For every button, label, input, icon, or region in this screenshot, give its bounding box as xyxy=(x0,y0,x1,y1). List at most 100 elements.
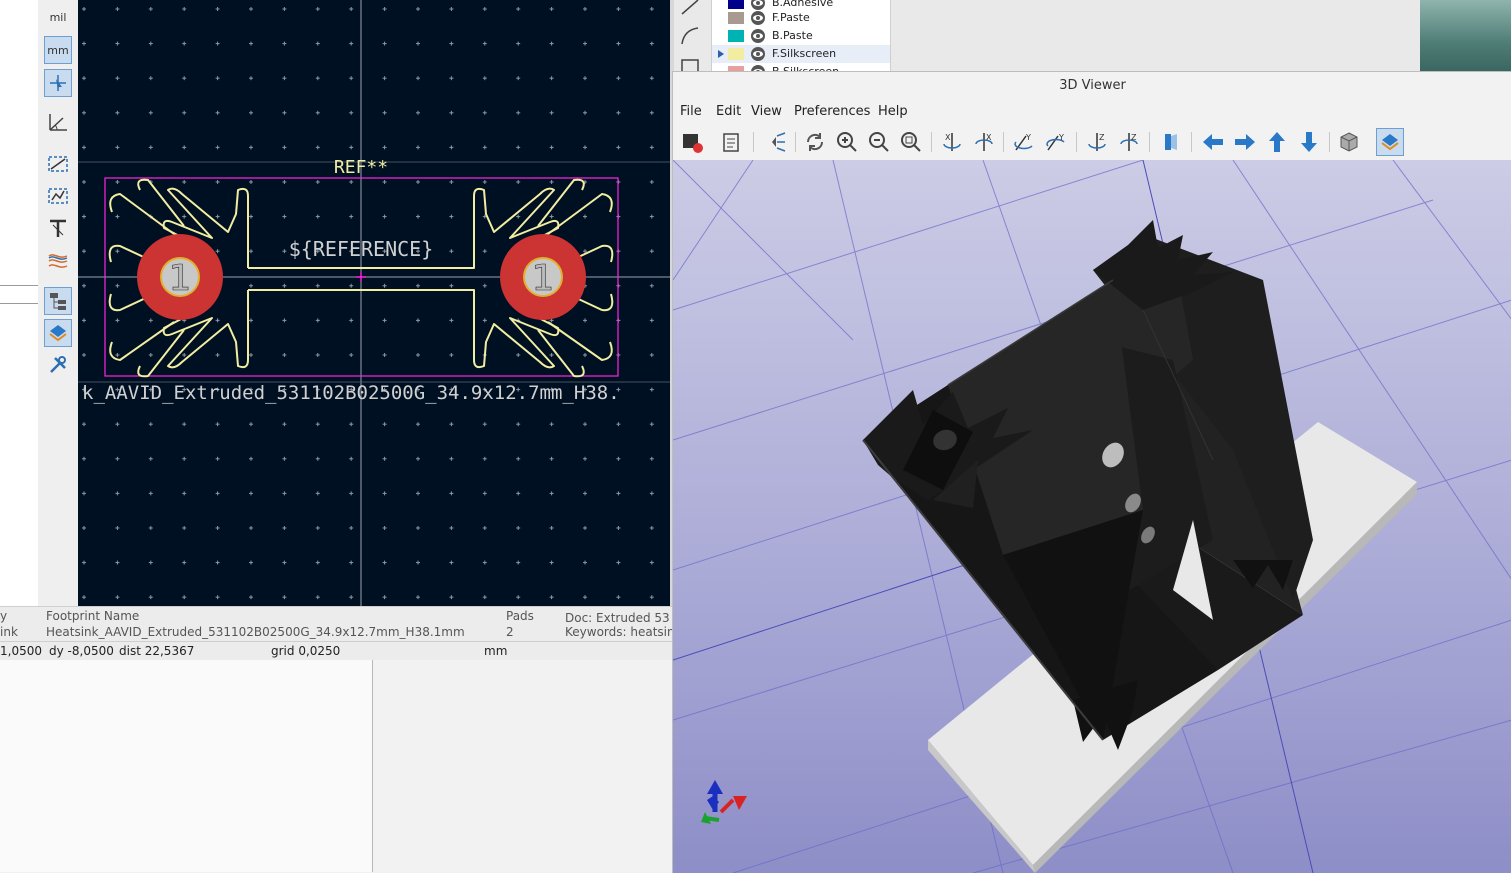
move-right-button[interactable] xyxy=(1231,128,1259,156)
wrench-screwdriver-icon xyxy=(50,356,66,373)
arrow-down-icon xyxy=(1301,132,1317,152)
rotate-z-cw-button[interactable]: Z xyxy=(1083,128,1111,156)
rotate-y-counterclockwise-icon: Y xyxy=(1046,133,1065,151)
svg-text:Y: Y xyxy=(1058,133,1064,142)
contrast-mode-button[interactable] xyxy=(44,246,72,274)
zoom-fit-button[interactable] xyxy=(897,128,925,156)
tools-button[interactable] xyxy=(44,351,72,379)
graphic-sketch-icon xyxy=(48,188,68,204)
rotate-x-cw-button[interactable]: X xyxy=(938,128,966,156)
rotate-y-cw-button[interactable]: Y xyxy=(1010,128,1038,156)
keywords-text: Keywords: heatsin xyxy=(565,625,675,639)
rotate-x-ccw-button[interactable]: X xyxy=(970,128,998,156)
units-mil-button[interactable]: mil xyxy=(44,3,72,31)
via-display-button[interactable] xyxy=(44,182,72,210)
drawing-tools-icons xyxy=(681,0,699,72)
value-text[interactable]: ${REFERENCE} xyxy=(289,237,434,261)
arrow-left-icon xyxy=(1203,134,1223,150)
units-readout: mm xyxy=(484,644,508,658)
desktop-background xyxy=(1420,0,1511,72)
rotate-y-ccw-button[interactable]: Y xyxy=(1042,128,1070,156)
layer-name: B.Paste xyxy=(772,29,813,42)
hierarchy-icon xyxy=(50,293,66,310)
pads-label: Pads xyxy=(506,609,534,623)
appearance-manager-button[interactable] xyxy=(1376,128,1404,156)
menu-help[interactable]: Help xyxy=(878,104,908,119)
polar-coordinates-icon xyxy=(49,114,67,131)
pad-display-button[interactable] xyxy=(44,150,72,178)
units-mil-label: mil xyxy=(49,10,67,24)
export-image-icon xyxy=(683,134,703,153)
layers-list[interactable]: B.Adhesive F.Paste B.Paste F.Silkscreen … xyxy=(711,0,891,79)
reload-button[interactable] xyxy=(801,128,829,156)
orthographic-view-button[interactable] xyxy=(1335,128,1363,156)
panel-divider xyxy=(0,303,38,304)
move-left-button[interactable] xyxy=(1199,128,1227,156)
reference-text[interactable]: REF** xyxy=(334,157,388,178)
zoom-out-button[interactable] xyxy=(865,128,893,156)
footprint-name-label: Footprint Name xyxy=(46,609,140,623)
viewer-title: 3D Viewer xyxy=(1059,78,1126,93)
layers-stack-icon xyxy=(1381,134,1399,151)
dy-readout: dy -8,0500 xyxy=(49,644,114,658)
polar-coords-button[interactable] xyxy=(44,108,72,136)
move-down-button[interactable] xyxy=(1295,128,1323,156)
zoom-fit-icon xyxy=(901,132,921,152)
arrow-up-icon xyxy=(1269,132,1285,152)
layers-manager-button[interactable] xyxy=(44,287,72,315)
pads-value: 2 xyxy=(506,625,514,639)
cursor-style-button[interactable] xyxy=(44,69,72,97)
flip-board-button[interactable] xyxy=(1157,128,1185,156)
rotate-z-ccw-button[interactable]: Z xyxy=(1115,128,1143,156)
selected-layer-arrow-icon xyxy=(718,50,724,58)
zoom-in-button[interactable] xyxy=(833,128,861,156)
layer-color-swatch[interactable] xyxy=(728,30,744,42)
zoom-out-icon xyxy=(869,132,889,152)
footprint-editor-canvas[interactable]: 1 1 REF** ${REFERENCE} k_AAVID_Extruded_… xyxy=(78,0,670,606)
doc-text: Doc: Extruded 53 xyxy=(565,611,670,625)
move-up-button[interactable] xyxy=(1263,128,1291,156)
rotate-z-clockwise-icon: Z xyxy=(1088,133,1106,151)
rotate-x-counterclockwise-icon: X xyxy=(975,133,993,151)
copy-clipboard-button[interactable] xyxy=(718,128,746,156)
svg-text:Z: Z xyxy=(1099,133,1105,142)
layer-row[interactable]: F.Paste xyxy=(712,9,890,27)
background-window xyxy=(0,660,672,872)
footprint-name-text[interactable]: k_AAVID_Extruded_531102B02500G_34.9x12.7… xyxy=(82,382,620,404)
pad-left-number: 1 xyxy=(169,258,192,299)
layer-row[interactable]: B.Paste xyxy=(712,27,890,45)
text-sketch-button[interactable] xyxy=(44,214,72,242)
grid-readout: grid 0,0250 xyxy=(271,644,341,658)
eye-icon[interactable] xyxy=(750,10,766,26)
high-contrast-icon xyxy=(48,254,68,268)
layer-color-swatch[interactable] xyxy=(728,0,744,9)
layer-row-selected[interactable]: F.Silkscreen xyxy=(712,45,890,63)
viewer-toolbar: X X Y Y Z Z xyxy=(673,124,1511,160)
dist-readout: dist 22,5367 xyxy=(119,644,195,658)
units-mm-button[interactable]: mm xyxy=(44,36,72,64)
3d-viewer-window[interactable]: 3D Viewer File Edit View Preferences Hel… xyxy=(672,71,1511,873)
eye-icon[interactable] xyxy=(750,28,766,44)
text-sketch-icon xyxy=(50,219,66,237)
library-label-cut: y xyxy=(0,609,8,623)
menu-view[interactable]: View xyxy=(751,104,782,119)
layer-color-swatch[interactable] xyxy=(728,48,744,60)
cube-icon xyxy=(1340,132,1358,152)
footprint-name-value: Heatsink_AAVID_Extruded_531102B02500G_34… xyxy=(46,625,465,639)
layer-color-swatch[interactable] xyxy=(728,12,744,24)
menu-preferences[interactable]: Preferences xyxy=(794,104,870,119)
export-image-button[interactable] xyxy=(678,128,706,156)
layers-stack-icon xyxy=(49,325,67,342)
flip-board-icon xyxy=(1165,134,1177,150)
svg-text:X: X xyxy=(986,133,992,142)
raytracing-button[interactable] xyxy=(761,128,789,156)
raytrace-icon xyxy=(766,132,786,152)
appearance-panel-button[interactable] xyxy=(44,319,72,347)
menu-edit[interactable]: Edit xyxy=(716,104,741,119)
eye-icon[interactable] xyxy=(750,46,766,62)
menu-file[interactable]: File xyxy=(680,104,702,119)
rotate-y-clockwise-icon: Y xyxy=(1014,133,1033,151)
rotate-x-clockwise-icon: X xyxy=(943,133,961,151)
layer-name: F.Paste xyxy=(772,11,810,24)
3d-render-canvas[interactable] xyxy=(673,160,1511,873)
